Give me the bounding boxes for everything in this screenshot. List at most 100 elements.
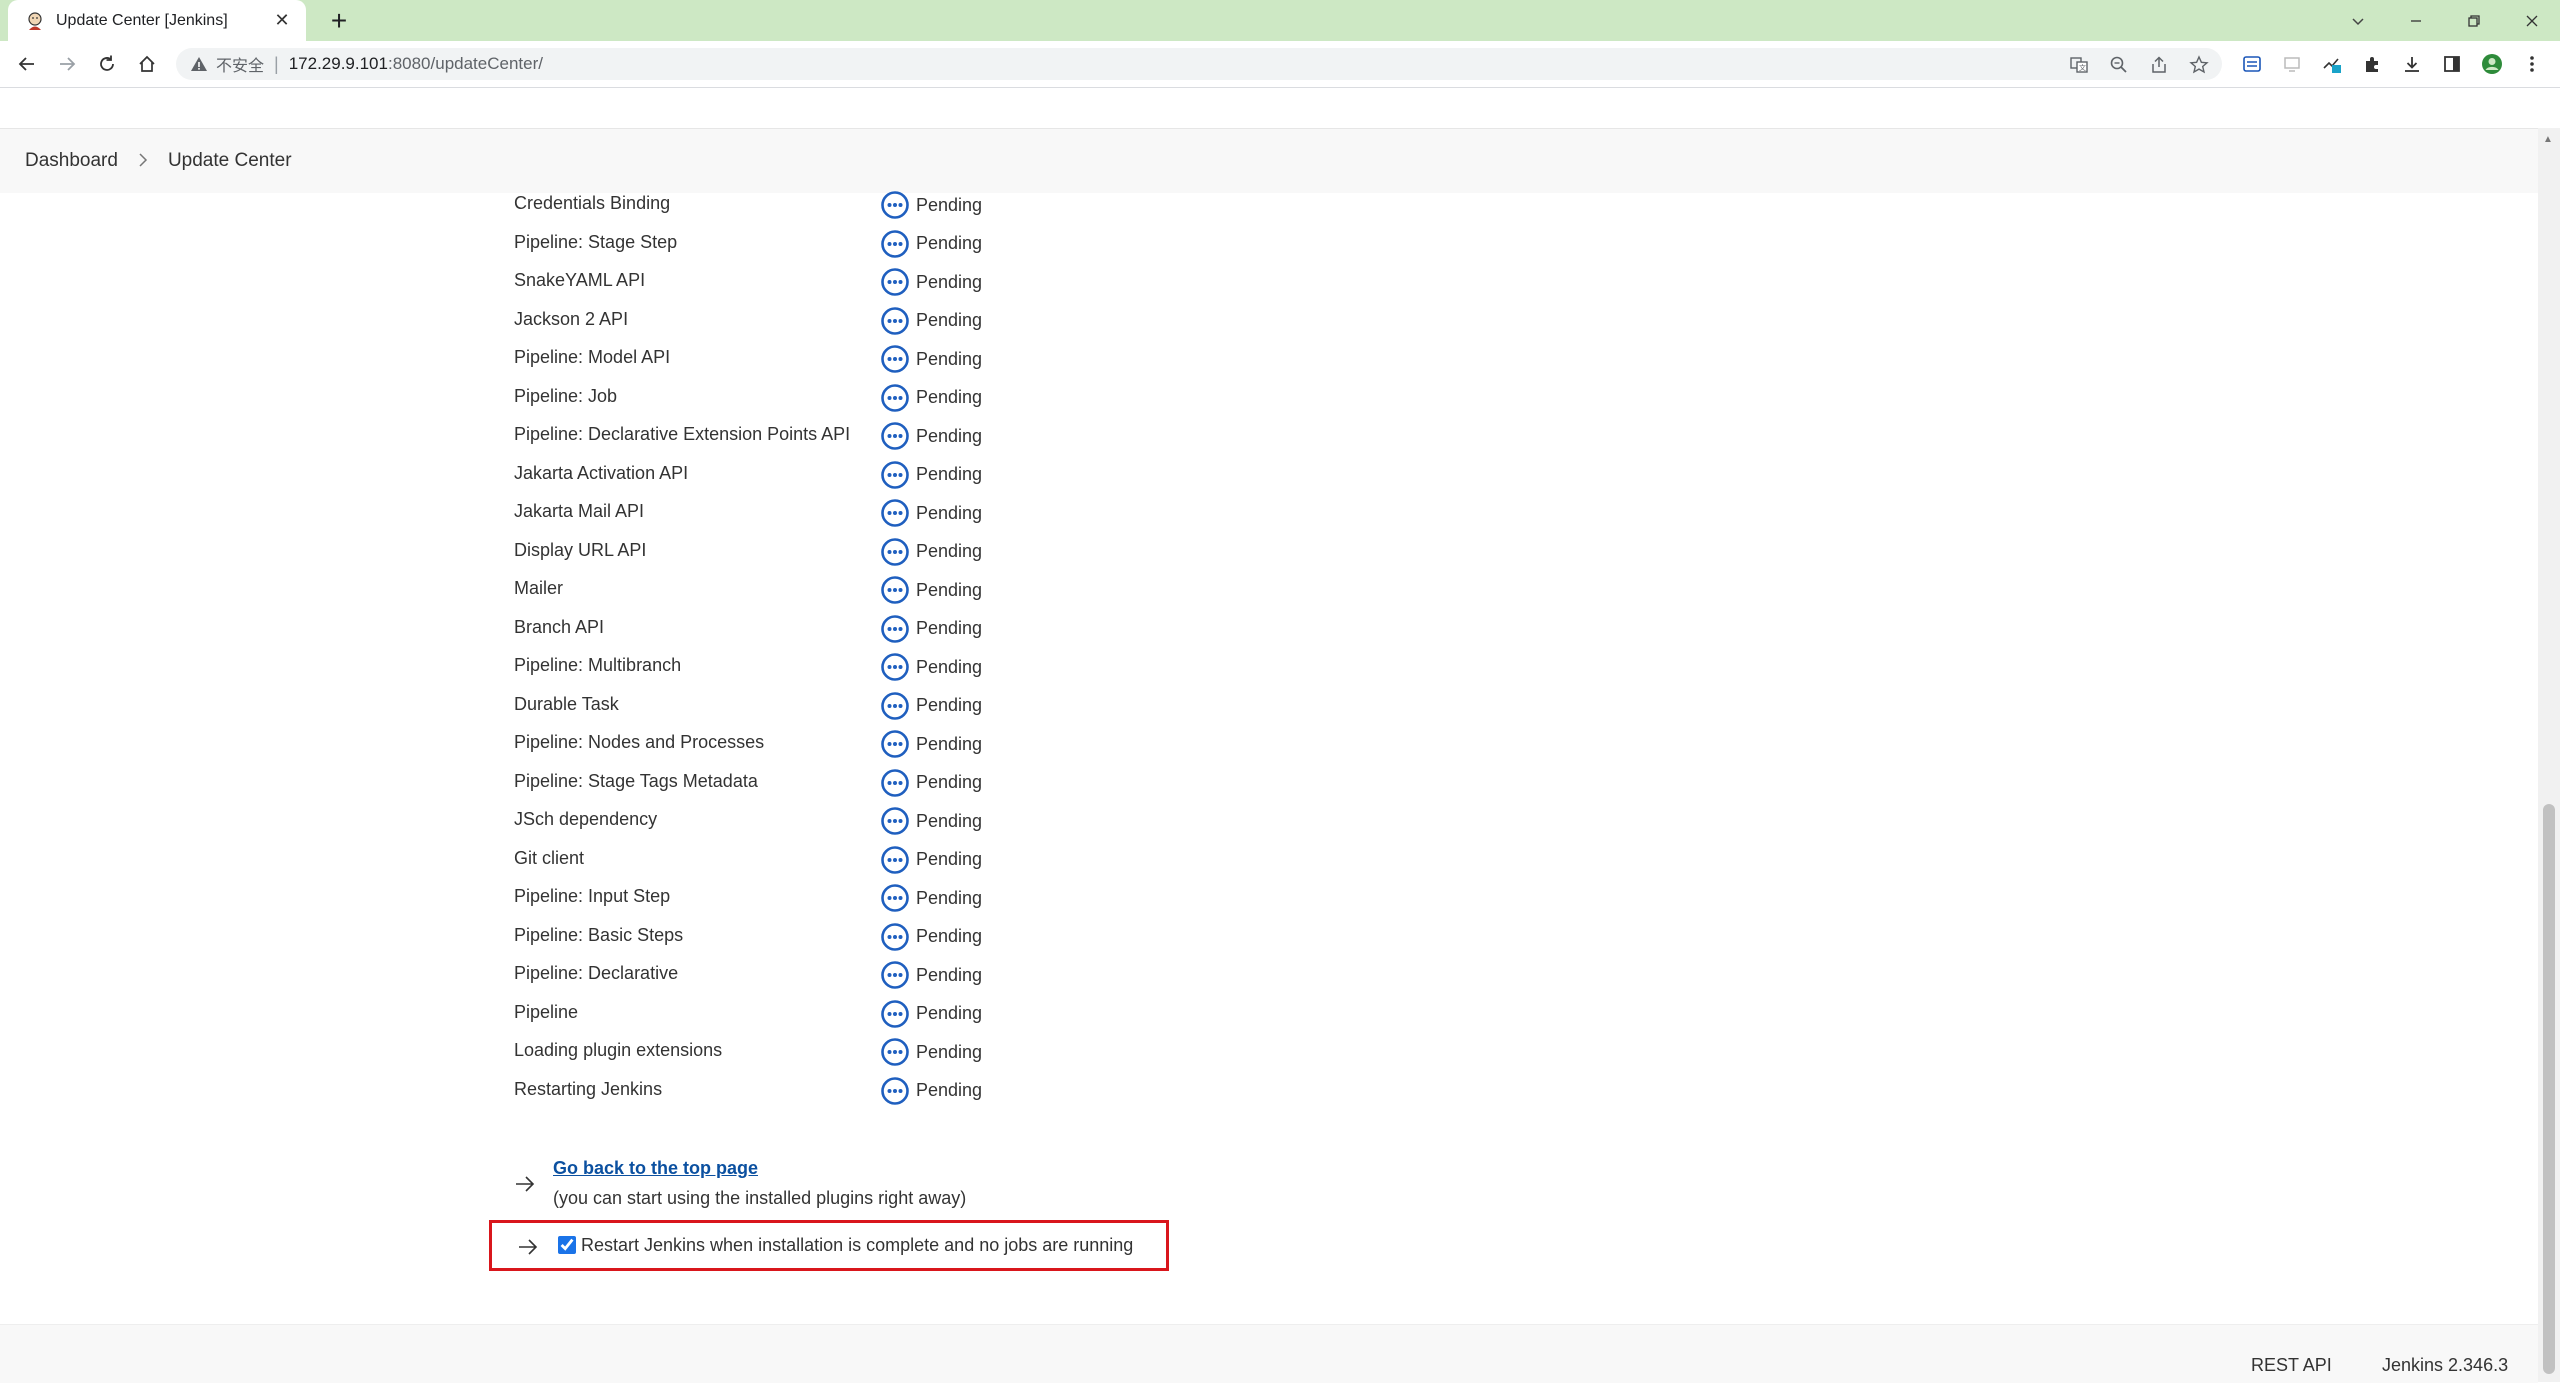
plugin-status: Pending (880, 460, 982, 490)
plugin-status-text: Pending (916, 695, 983, 715)
pending-icon (881, 422, 909, 450)
browser-tab[interactable]: Update Center [Jenkins] ✕ (8, 0, 306, 41)
restart-checkbox[interactable] (558, 1236, 576, 1254)
go-back-link[interactable]: Go back to the top page (553, 1158, 758, 1179)
jenkins-favicon-icon (25, 11, 45, 31)
pending-icon (881, 268, 909, 296)
plugin-status: Pending (880, 306, 982, 336)
pending-icon (881, 845, 909, 874)
pending-icon (881, 653, 909, 681)
address-bar[interactable]: 不安全 | 172.29.9.101:8080/updateCenter/ 文 (176, 48, 2222, 80)
plugin-status: Pending (880, 344, 982, 374)
breadcrumb-update-center[interactable]: Update Center (168, 150, 292, 172)
plugin-status-text: Pending (916, 464, 983, 484)
browser-tabstrip: Update Center [Jenkins] ✕ + (0, 0, 2560, 41)
plugin-name: SnakeYAML API (514, 270, 646, 290)
home-button[interactable] (131, 48, 163, 80)
forward-button[interactable] (51, 48, 83, 80)
right-arrow-icon (519, 1239, 538, 1255)
plugin-status-text: Pending (916, 194, 983, 215)
plugin-name: Display URL API (514, 539, 647, 560)
tab-search-icon[interactable] (2330, 0, 2386, 41)
plugin-status: Pending (880, 575, 982, 605)
plugin-status: Pending (880, 845, 982, 875)
pending-icon (881, 383, 909, 412)
rest-api-link[interactable]: REST API (2251, 1355, 2332, 1376)
plugin-status: Pending (880, 729, 982, 759)
pending-icon (881, 191, 909, 219)
page-footer: REST API Jenkins 2.346.3 (0, 1324, 2538, 1383)
back-arrow-icon (18, 57, 34, 71)
plugin-status: Pending (880, 383, 982, 413)
plugin-name: Pipeline: Input Step (514, 886, 671, 906)
home-icon (139, 55, 155, 72)
breadcrumb-dashboard[interactable]: Dashboard (25, 150, 118, 172)
plugin-name: Credentials Binding (514, 193, 671, 213)
restart-checkbox-label[interactable]: Restart Jenkins when installation is com… (581, 1235, 1133, 1256)
tab-close-icon[interactable]: ✕ (270, 9, 294, 33)
page-scrollbar[interactable]: ▲ (2538, 128, 2560, 1382)
bookmark-star-icon[interactable] (2188, 54, 2210, 76)
chrome-divider (0, 87, 2560, 88)
side-panel-icon[interactable] (2436, 48, 2468, 80)
svg-text:文: 文 (2079, 63, 2086, 72)
breadcrumb: Dashboard Update Center (0, 128, 2538, 193)
plugin-status: Pending (880, 691, 982, 721)
zoom-icon[interactable] (2108, 54, 2130, 76)
plugin-name: Pipeline: Stage Step (514, 231, 678, 252)
plugin-name: Pipeline: Job (514, 385, 618, 406)
plugin-status: Pending (880, 498, 982, 528)
pending-icon (881, 499, 909, 527)
chevron-right-icon (138, 151, 148, 172)
jenkins-version-link[interactable]: Jenkins 2.346.3 (2382, 1355, 2508, 1376)
plugin-status-text: Pending (916, 348, 983, 369)
new-tab-button[interactable]: + (324, 5, 354, 36)
plugin-status-text: Pending (916, 887, 983, 908)
url-separator: | (274, 53, 279, 74)
reading-list-icon[interactable] (2236, 48, 2268, 80)
plugin-status-text: Pending (916, 579, 983, 600)
plugin-status-text: Pending (916, 425, 983, 446)
plugin-status-text: Pending (916, 810, 983, 831)
plugin-status: Pending (880, 883, 982, 913)
plugin-status-text: Pending (916, 1041, 983, 1062)
cast-icon[interactable] (2276, 48, 2308, 80)
tab-title: Update Center [Jenkins] (56, 11, 228, 29)
restore-button[interactable] (2446, 0, 2502, 41)
extension-badge-icon[interactable] (2316, 48, 2348, 80)
plugin-status-text: Pending (916, 502, 983, 523)
extensions-puzzle-icon[interactable] (2356, 48, 2388, 80)
translate-icon[interactable]: 文 (2068, 54, 2090, 76)
pending-icon (881, 460, 909, 489)
plugin-status-text: Pending (916, 849, 983, 869)
warning-icon[interactable] (190, 55, 208, 73)
scrollbar-thumb[interactable] (2543, 804, 2555, 1374)
plugin-name: Pipeline: Stage Tags Metadata (514, 770, 758, 791)
plugin-name: Pipeline: Basic Steps (514, 924, 684, 945)
pending-icon (881, 537, 909, 566)
pending-icon (881, 306, 909, 335)
plugin-name: Pipeline: Nodes and Processes (514, 732, 765, 752)
pending-icon (881, 807, 909, 835)
plugin-status: Pending (880, 960, 982, 990)
plugin-name: Pipeline: Declarative (514, 963, 679, 983)
minimize-button[interactable] (2388, 0, 2444, 41)
plugin-status: Pending (880, 421, 982, 451)
close-window-button[interactable] (2504, 0, 2560, 41)
pending-icon (881, 1076, 909, 1105)
plugin-status: Pending (880, 190, 982, 220)
pending-icon (881, 614, 909, 643)
profile-avatar-icon[interactable] (2476, 48, 2508, 80)
plugin-name: Pipeline (514, 1001, 579, 1022)
download-icon[interactable] (2396, 48, 2428, 80)
pending-icon (881, 345, 909, 373)
plugin-status-text: Pending (916, 271, 983, 292)
share-icon[interactable] (2148, 54, 2170, 76)
scroll-up-icon[interactable]: ▲ (2543, 134, 2553, 145)
pending-icon (881, 229, 909, 258)
plugin-status-text: Pending (916, 1080, 983, 1100)
reload-button[interactable] (91, 48, 123, 80)
browser-menu-icon[interactable] (2516, 48, 2548, 80)
back-button[interactable] (11, 48, 43, 80)
plugin-name: Pipeline: Declarative Extension Points A… (514, 424, 851, 444)
